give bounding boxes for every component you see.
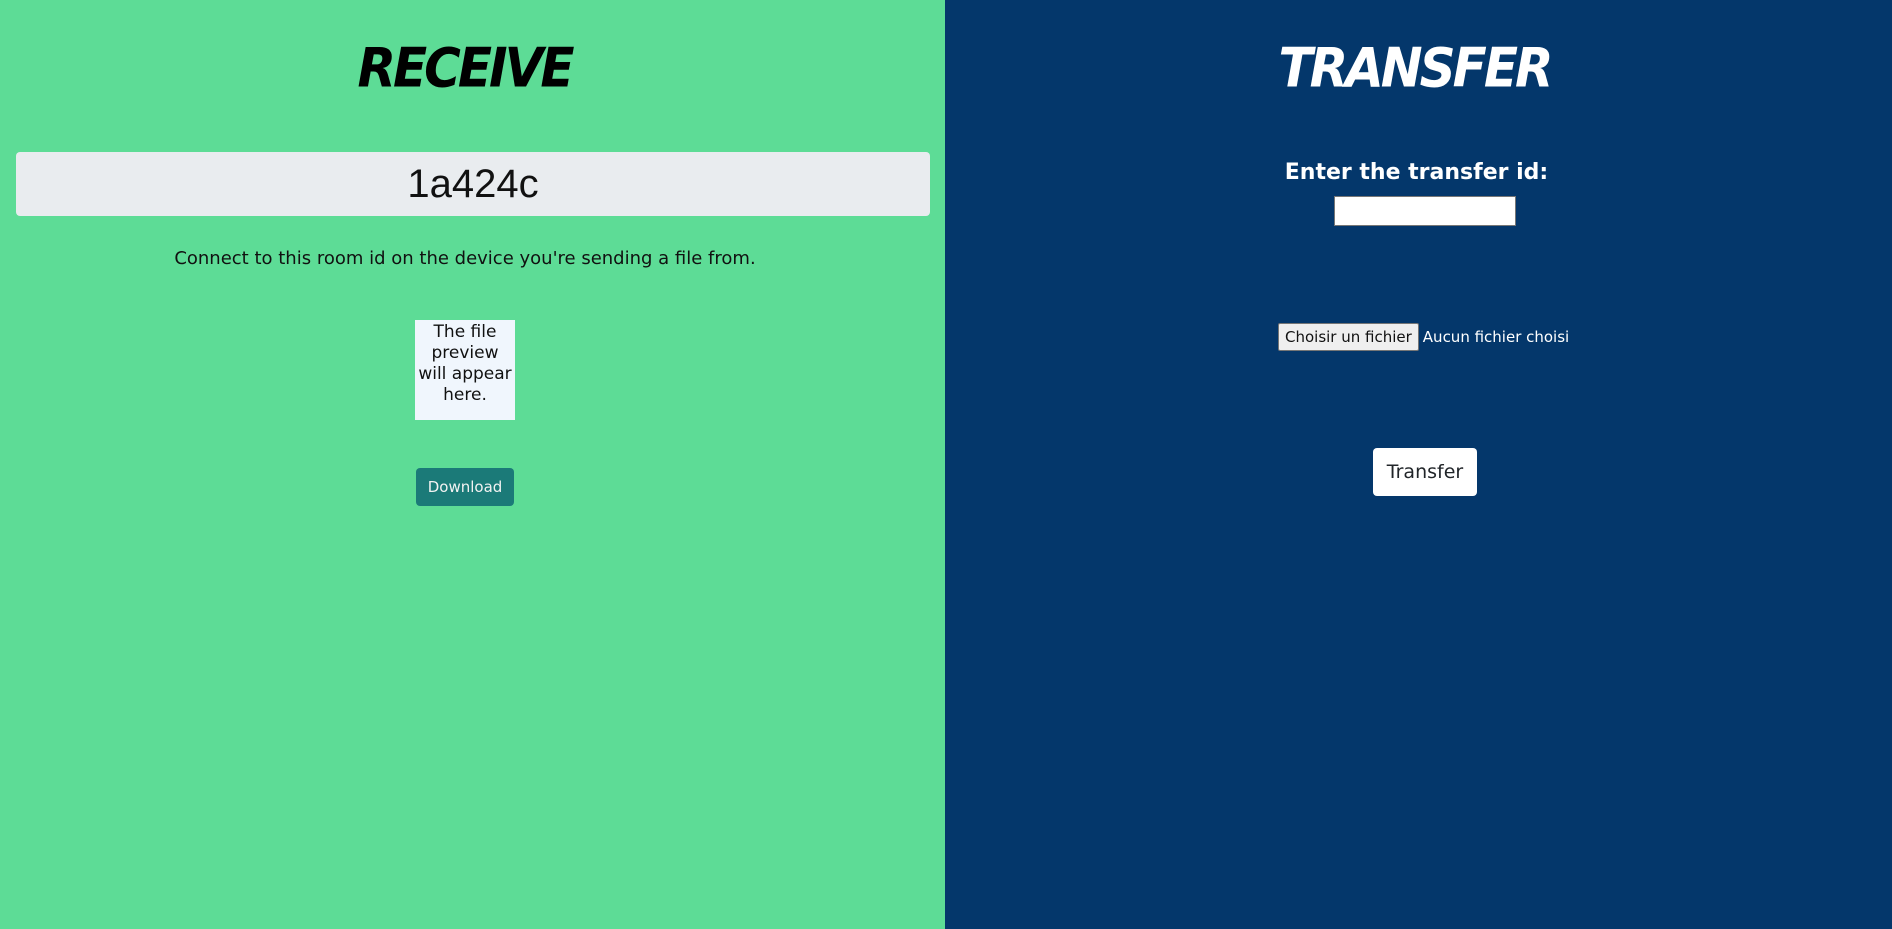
page: RECEIVE 1a424c Connect to this room id o…: [0, 0, 1892, 929]
transfer-title: TRANSFER: [1278, 36, 1554, 100]
transfer-panel: TRANSFER Enter the transfer id: Choisir …: [945, 0, 1892, 929]
room-id-display: 1a424c: [16, 152, 930, 216]
choose-file-button[interactable]: Choisir un fichier: [1278, 323, 1419, 351]
transfer-button[interactable]: Transfer: [1373, 448, 1477, 496]
transfer-id-label: Enter the transfer id:: [1284, 160, 1549, 185]
file-status-text: Aucun fichier choisi: [1422, 328, 1570, 346]
transfer-id-input[interactable]: [1334, 196, 1516, 226]
file-picker: Choisir un fichier Aucun fichier choisi: [1278, 323, 1569, 351]
receive-title: RECEIVE: [357, 36, 575, 100]
file-preview: The file preview will appear here.: [415, 320, 515, 420]
room-id-hint: Connect to this room id on the device yo…: [174, 248, 756, 269]
download-button[interactable]: Download: [416, 468, 514, 506]
receive-panel: RECEIVE 1a424c Connect to this room id o…: [0, 0, 945, 929]
